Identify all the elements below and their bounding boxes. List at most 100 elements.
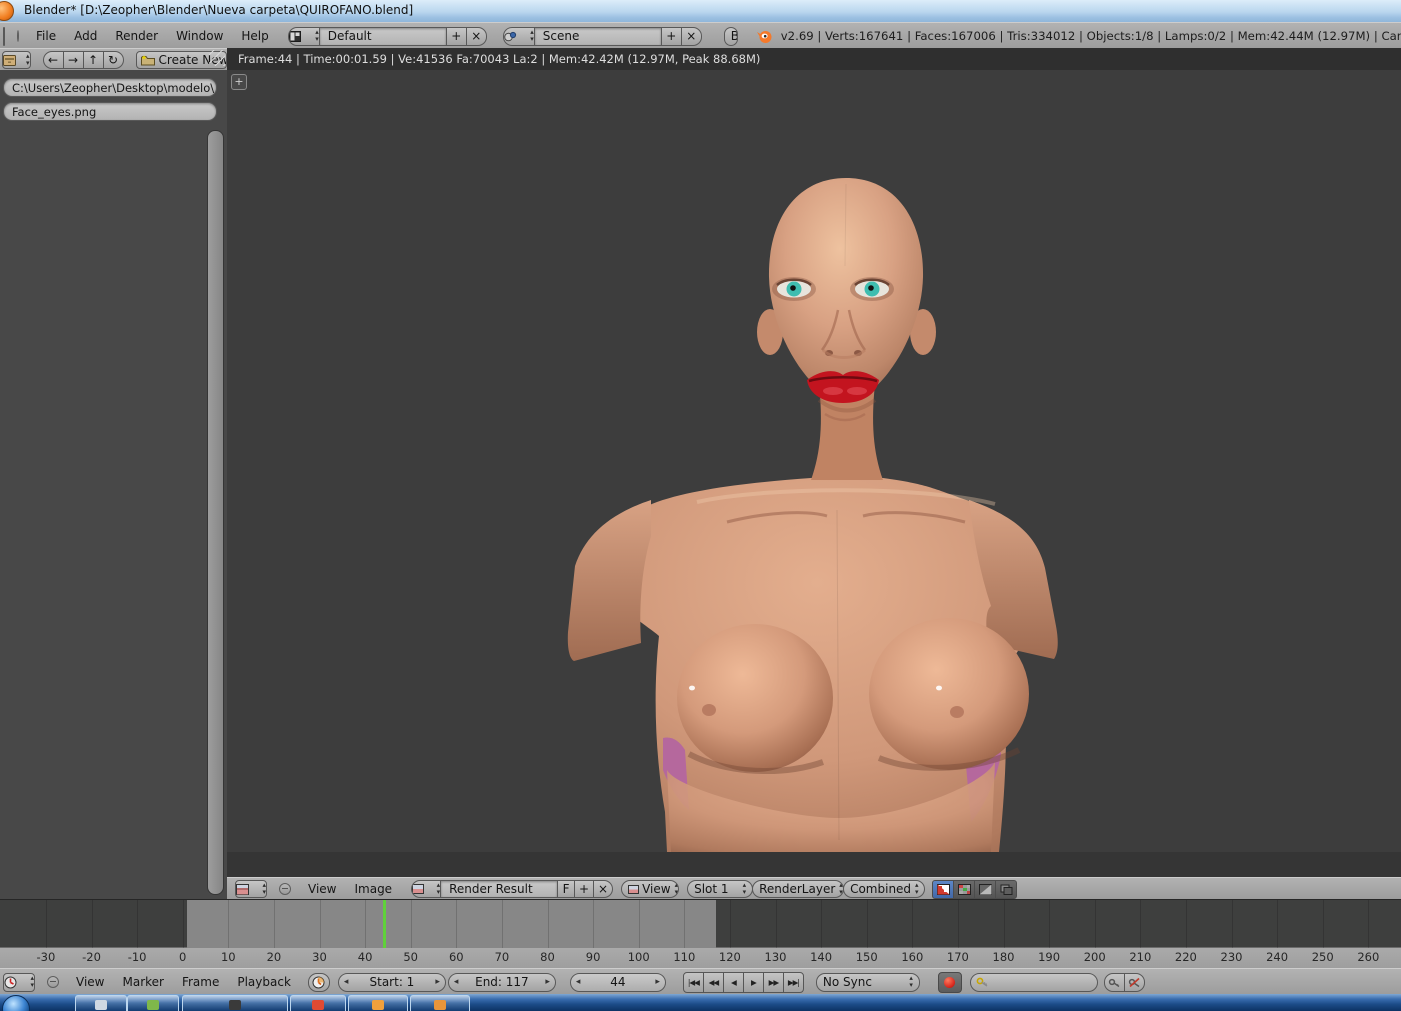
- use-preview-range-toggle[interactable]: [307, 972, 330, 992]
- file-list-scrollbar[interactable]: [207, 130, 224, 895]
- image-editor-viewport: +: [227, 70, 1401, 899]
- taskbar-button-3[interactable]: [290, 995, 346, 1011]
- new-folder-icon: [140, 55, 155, 66]
- directory-path-input[interactable]: C:\Users\Zeopher\Desktop\modelo\: [3, 78, 217, 97]
- figure-right-breast: [869, 618, 1029, 770]
- editor-type-timeline-button[interactable]: ▴ ▾: [3, 972, 35, 992]
- menu-add[interactable]: Add: [65, 29, 106, 43]
- collapse-menus-toggle[interactable]: [279, 883, 291, 895]
- delete-keyframe-button[interactable]: [1123, 972, 1145, 992]
- windows-taskbar[interactable]: [0, 994, 1401, 1011]
- menu-file[interactable]: File: [27, 29, 65, 43]
- collapse-menus-toggle[interactable]: [47, 976, 59, 988]
- delete-scene-button[interactable]: ×: [680, 26, 702, 46]
- tick-label: 40: [357, 950, 373, 964]
- current-frame-stepper[interactable]: ◂ 44 ▸: [569, 972, 666, 992]
- tick-label: 60: [448, 950, 464, 964]
- color-alpha-channel-button[interactable]: [932, 879, 955, 899]
- taskbar-app-icon: [312, 1000, 324, 1010]
- render-layer-select[interactable]: RenderLayer ▴ ▾: [752, 880, 845, 898]
- taskbar-button-2[interactable]: [182, 995, 288, 1011]
- new-image-button[interactable]: +: [574, 880, 595, 898]
- auto-keyframe-record-button[interactable]: [937, 971, 962, 993]
- window-titlebar[interactable]: Blender* [D:\Zeopher\Blender\Nueva carpe…: [0, 0, 1401, 22]
- taskbar-button-5[interactable]: [410, 995, 470, 1011]
- screen-layout-name[interactable]: Default: [318, 26, 447, 46]
- playback-button-5[interactable]: ▶▶|: [782, 971, 804, 993]
- add-scene-button[interactable]: +: [660, 26, 682, 46]
- menu-window[interactable]: Window: [167, 29, 232, 43]
- delete-screen-layout-button[interactable]: ×: [465, 26, 487, 46]
- menu-render[interactable]: Render: [106, 29, 167, 43]
- tick-label: 210: [1129, 950, 1152, 964]
- playback-button-0[interactable]: |◀◀: [682, 971, 704, 993]
- tick-label: 260: [1357, 950, 1380, 964]
- menu-help[interactable]: Help: [232, 29, 277, 43]
- pin-view-select[interactable]: View ▴ ▾: [621, 880, 680, 898]
- back-button[interactable]: ←: [42, 51, 64, 69]
- menu-image[interactable]: Image: [345, 882, 401, 896]
- image-browse-button[interactable]: ▴ ▾: [411, 880, 442, 898]
- sync-mode-select[interactable]: No Sync ▴ ▾: [815, 972, 920, 992]
- collapse-menus-toggle[interactable]: [17, 30, 19, 42]
- filename-input[interactable]: Face_eyes.png: [3, 102, 217, 121]
- up-directory-button[interactable]: ↑: [82, 51, 104, 69]
- region-expand-plus-icon[interactable]: +: [231, 74, 247, 90]
- editor-type-file-button[interactable]: ▴ ▾: [2, 51, 31, 69]
- editor-type-image-button[interactable]: ▴ ▾: [235, 880, 267, 898]
- alpha-channel-button[interactable]: [974, 879, 997, 899]
- playback-button-3[interactable]: ▶: [742, 971, 764, 993]
- tick-label: 120: [718, 950, 741, 964]
- timeline-ruler[interactable]: -30 -20 -10 0 10 20 30 40 50 60 70 80 90 100 110 120 130…: [0, 947, 1401, 969]
- keying-set-select[interactable]: [969, 972, 1098, 992]
- zdepth-channel-button[interactable]: [995, 879, 1018, 899]
- taskbar-button-1[interactable]: [127, 995, 179, 1011]
- menu-marker[interactable]: Marker: [113, 975, 172, 989]
- frame-end-stepper[interactable]: ◂ End: 117 ▸: [447, 972, 556, 992]
- render-result-image[interactable]: +: [227, 70, 1401, 852]
- unlink-image-button[interactable]: ×: [593, 880, 614, 898]
- timeline-current-frame-cursor[interactable]: [383, 900, 387, 948]
- menu-frame[interactable]: Frame: [173, 975, 228, 989]
- image-datablock-name[interactable]: Render Result: [440, 880, 559, 898]
- image-editor-icon: [236, 883, 249, 895]
- color-channel-button[interactable]: [953, 879, 976, 899]
- render-pass-select[interactable]: Combined ▴ ▾: [843, 880, 926, 898]
- figure-torso: [567, 478, 1058, 852]
- insert-keyframe-button[interactable]: [1103, 972, 1125, 992]
- timeline-track[interactable]: [0, 899, 1401, 948]
- tick-label: 20: [266, 950, 282, 964]
- preview-clock-icon: [312, 976, 325, 989]
- playback-button-4[interactable]: ▶▶: [762, 971, 784, 993]
- scene-icon: [503, 31, 517, 42]
- zdepth-icon: [1000, 884, 1013, 895]
- start-button[interactable]: [2, 995, 30, 1011]
- playback-button-2[interactable]: ◀: [722, 971, 744, 993]
- menu-view[interactable]: View: [299, 882, 345, 896]
- menu-view[interactable]: View: [67, 975, 113, 989]
- tick-label: -20: [82, 950, 101, 964]
- refresh-icon: ↻: [108, 53, 119, 67]
- taskbar-button-4[interactable]: [348, 995, 408, 1011]
- file-browser-header: ▴▾ ← → ↑ ↻ Create New Directory: [0, 48, 227, 72]
- window-title: Blender* [D:\Zeopher\Blender\Nueva carpe…: [24, 3, 414, 17]
- frame-start-stepper[interactable]: ◂ Start: 1 ▸: [337, 972, 446, 992]
- render-engine-select[interactable]: Blender Render▴▾: [723, 26, 738, 46]
- refresh-button[interactable]: ↻: [102, 51, 124, 69]
- taskbar-app-icon: [434, 1000, 446, 1010]
- playback-button-1[interactable]: ◀◀: [702, 971, 724, 993]
- menu-playback[interactable]: Playback: [228, 975, 300, 989]
- taskbar-button-0[interactable]: [75, 995, 127, 1011]
- slot-select[interactable]: Slot 1 ▴ ▾: [687, 880, 754, 898]
- screen-layout-browse-button[interactable]: ▴ ▾: [287, 26, 320, 46]
- area-resize-corner[interactable]: [209, 50, 225, 66]
- editor-type-info-button[interactable]: ▴▾: [3, 26, 5, 46]
- scene-name[interactable]: Scene: [533, 26, 662, 46]
- add-screen-layout-button[interactable]: +: [445, 26, 467, 46]
- clock-icon: [4, 976, 17, 989]
- forward-button[interactable]: →: [62, 51, 84, 69]
- blender-app-icon: [0, 1, 14, 21]
- scene-browse-button[interactable]: ▴ ▾: [502, 26, 535, 46]
- image-datablock-icon: [412, 884, 425, 894]
- fake-user-button[interactable]: F: [557, 880, 576, 898]
